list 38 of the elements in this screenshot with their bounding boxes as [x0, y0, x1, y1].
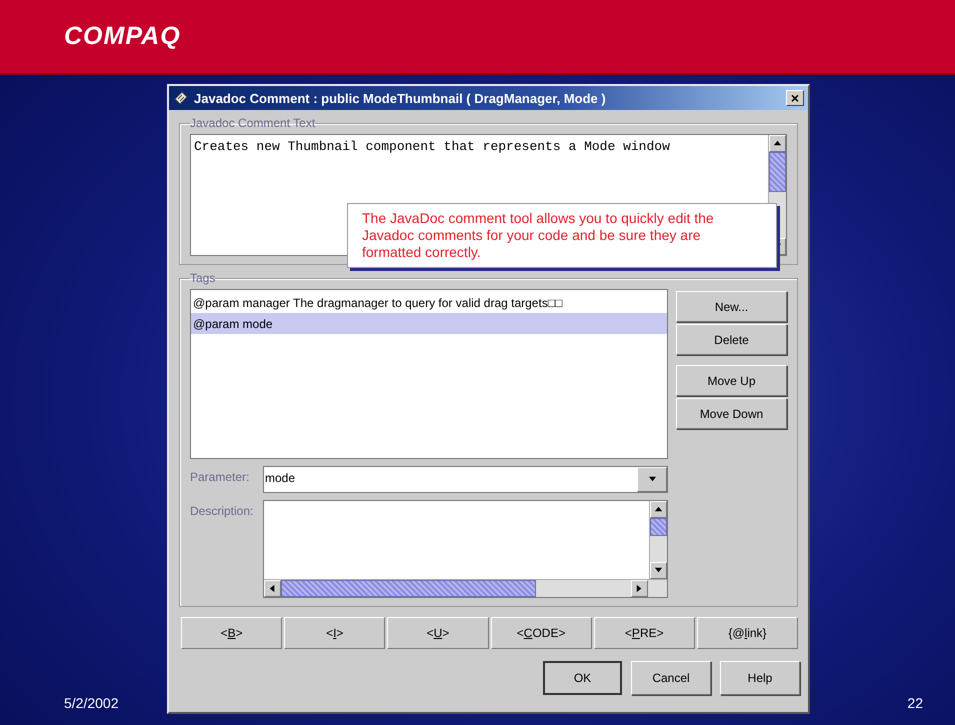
format-button[interactable]: <I>	[284, 617, 386, 649]
slide-date: 5/2/2002	[64, 695, 118, 711]
format-button[interactable]: <U>	[387, 617, 489, 649]
scroll-thumb[interactable]	[650, 518, 667, 536]
document-icon	[173, 90, 189, 106]
logo: COMPAQ	[64, 22, 181, 51]
group-label: Javadoc Comment Text	[190, 116, 316, 130]
horizontal-scrollbar[interactable]	[264, 579, 667, 597]
tag-button[interactable]: Move Up	[676, 365, 787, 396]
format-button[interactable]: {@link}	[696, 617, 798, 649]
format-button[interactable]: <CODE>	[490, 617, 592, 649]
left-arrow-icon	[268, 584, 277, 593]
scroll-thumb[interactable]	[769, 152, 786, 192]
group-label: Tags	[190, 271, 216, 285]
dialog-button[interactable]: Help	[720, 661, 800, 695]
tag-button[interactable]: New...	[676, 291, 787, 322]
down-arrow-icon	[648, 475, 656, 484]
description-field[interactable]	[263, 500, 668, 598]
dialog-button[interactable]: Cancel	[631, 661, 711, 695]
tag-button[interactable]: Move Down	[676, 398, 787, 429]
callout-tooltip: The JavaDoc comment tool allows you to quickly edit the Javadoc comments for your code and be sure they are formatted correctly.	[347, 203, 777, 268]
format-button[interactable]: <PRE>	[594, 617, 695, 649]
dialog-button[interactable]: OK	[543, 661, 622, 695]
vertical-scrollbar[interactable]	[649, 501, 667, 579]
right-arrow-icon	[635, 584, 644, 593]
close-button[interactable]: ×	[786, 90, 804, 106]
up-arrow-icon	[654, 505, 663, 514]
scroll-thumb[interactable]	[281, 580, 536, 597]
page-number: 22	[907, 695, 923, 711]
tag-item[interactable]: @param mode	[191, 313, 667, 334]
tag-button[interactable]: Delete	[676, 324, 787, 355]
down-arrow-icon	[654, 566, 663, 575]
description-label: Description:	[190, 503, 254, 518]
up-arrow-icon	[773, 139, 782, 148]
format-button[interactable]: <B>	[181, 617, 282, 649]
parameter-dropdown[interactable]: mode	[263, 466, 668, 493]
window-title: Javadoc Comment : public ModeThumbnail ( DragManager, Mode )	[194, 90, 607, 106]
parameter-label: Parameter:	[190, 469, 250, 484]
